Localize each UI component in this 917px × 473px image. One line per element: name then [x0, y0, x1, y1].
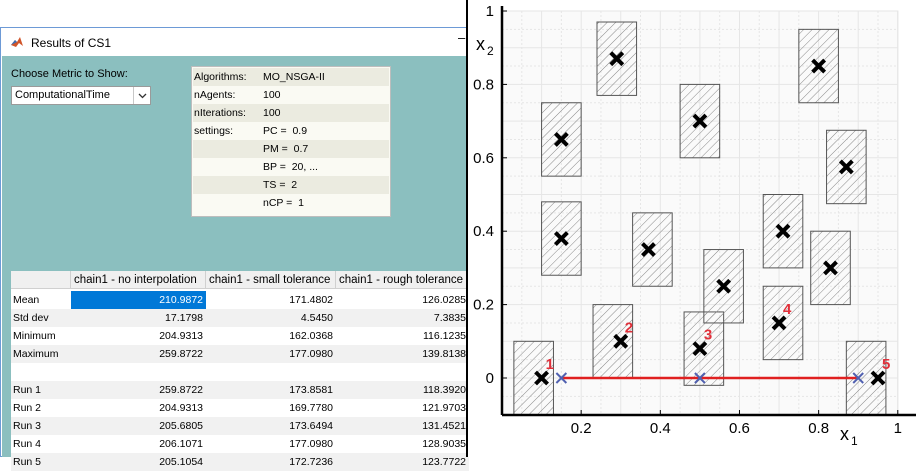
point-label: 4: [783, 301, 792, 318]
table-cell[interactable]: 259.8722: [71, 345, 206, 363]
y-tick-label: 0.4: [473, 223, 494, 240]
y-tick-label: 0.2: [473, 297, 494, 314]
table-cell[interactable]: 172.7236: [206, 453, 336, 471]
y-tick-label: 1: [486, 3, 494, 20]
row-header: Minimum: [13, 330, 56, 342]
table-cell[interactable]: 7.3835: [336, 309, 469, 327]
info-row: nAgents: 100: [193, 86, 389, 104]
info-row: settings: PC = 0.9: [193, 122, 389, 140]
window-title: Results of CS1: [31, 36, 112, 50]
table-cell[interactable]: 118.3920: [336, 381, 469, 399]
y-axis-label-sub: 2: [487, 44, 494, 58]
table-cell[interactable]: 116.1235: [336, 327, 469, 345]
info-key: nIterations:: [194, 107, 246, 119]
metric-selected-value: ComputationalTime: [15, 89, 110, 101]
row-header: Run 5: [13, 456, 42, 468]
plot-canvas: 12 3450.2 0.4 0.6 0.8 100.20.40.60.81x 1x 2: [473, 3, 916, 448]
point-label: 3: [704, 327, 712, 344]
row-header: Std dev: [13, 312, 49, 324]
row-header: Maximum: [13, 348, 59, 360]
table-cell[interactable]: 162.0368: [206, 327, 336, 345]
table-corner: [11, 271, 71, 289]
results-table[interactable]: chain1 - no interpolation chain1 - small …: [11, 271, 469, 473]
table-cell[interactable]: 123.7722: [336, 453, 469, 471]
info-key: Algorithms:: [194, 71, 247, 83]
info-value: PC = 0.9: [263, 125, 308, 137]
table-cell[interactable]: 204.9313: [71, 399, 206, 417]
y-axis-label: x: [476, 34, 485, 54]
column-header[interactable]: chain1 - no interpolation: [71, 271, 206, 289]
row-header: [11, 363, 71, 381]
row-header: Mean: [13, 294, 40, 306]
settings-info-panel: Algorithms: MO_NSGA-II nAgents: 100 nIterati…: [191, 66, 391, 217]
row-header: Run 3: [13, 420, 42, 432]
table-cell[interactable]: 17.1798: [71, 309, 206, 327]
table-cell[interactable]: 206.1071: [71, 435, 206, 453]
table-cell[interactable]: 131.4521: [336, 417, 469, 435]
table-cell[interactable]: [71, 363, 206, 381]
table-cell[interactable]: 205.6805: [71, 417, 206, 435]
point-label: 5: [882, 356, 890, 373]
table-cell[interactable]: 259.8722: [71, 381, 206, 399]
column-header[interactable]: chain1 - small tolerance: [206, 271, 336, 289]
row-header: Run 2: [13, 402, 42, 414]
table-cell[interactable]: 171.4802: [206, 291, 336, 309]
info-value: 100: [263, 89, 281, 101]
x-tick-label: 1: [894, 420, 902, 437]
table-cell[interactable]: 4.5450: [206, 309, 336, 327]
table-cell[interactable]: 139.8138: [336, 345, 469, 363]
row-header: Run 4: [13, 438, 42, 450]
path-plot: 1 2 3 4 5 0.2 0.4 0.6 0.8 1 0 0.2 0.4 0.6 0.8 1 x 1 x 2: [466, 0, 917, 457]
info-value: nCP = 1: [263, 197, 304, 209]
x-axis-label-sub: 1: [851, 434, 858, 448]
info-value: TS = 2: [263, 179, 298, 191]
row-header: Run 1: [13, 384, 42, 396]
info-row: TS = 2: [193, 176, 389, 194]
y-tick-label: 0.6: [473, 150, 494, 167]
point-label: 2: [625, 319, 633, 336]
table-cell[interactable]: 177.0980: [206, 435, 336, 453]
info-key: nAgents:: [194, 89, 236, 101]
chevron-down-icon[interactable]: [133, 87, 150, 104]
info-row: PM = 0.7: [193, 140, 389, 158]
table-cell[interactable]: 173.8581: [206, 381, 336, 399]
table-cell[interactable]: [336, 363, 469, 381]
info-value: 100: [263, 107, 281, 119]
info-row: nIterations: 100: [193, 104, 389, 122]
table-cell[interactable]: 177.0980: [206, 345, 336, 363]
point-label: 1: [546, 356, 554, 373]
table-cell[interactable]: 121.9703: [336, 399, 469, 417]
x-tick-label: 0.8: [808, 420, 829, 437]
matlab-icon: [11, 37, 23, 47]
info-value: PM = 0.7: [263, 143, 309, 155]
obstacle-rect: [513, 340, 554, 416]
table-cell[interactable]: 126.0285: [336, 291, 469, 309]
x-tick-label: 0.4: [650, 420, 671, 437]
obstacle-rect: [632, 212, 673, 287]
y-tick-label: 0.8: [473, 76, 494, 93]
table-cell[interactable]: 128.9035: [336, 435, 469, 453]
x-tick-label: 0.6: [729, 420, 750, 437]
info-row: BP = 20, ...: [193, 158, 389, 176]
table-cell[interactable]: [206, 363, 336, 381]
info-key: settings:: [194, 125, 234, 137]
y-tick-label: 0: [486, 370, 494, 387]
table-cell[interactable]: 210.9872: [71, 291, 206, 309]
table-cell[interactable]: 204.9313: [71, 327, 206, 345]
info-value: MO_NSGA-II: [263, 71, 325, 83]
info-value: BP = 20, ...: [263, 161, 318, 173]
table-cell[interactable]: 205.1054: [71, 453, 206, 471]
info-row: nCP = 1: [193, 194, 389, 212]
metric-label: Choose Metric to Show:: [11, 68, 128, 80]
obstacle-rect: [592, 304, 634, 379]
metric-dropdown[interactable]: ComputationalTime: [11, 86, 151, 105]
x-axis-label: x: [840, 424, 849, 444]
x-tick-label: 0.2: [571, 420, 592, 437]
column-header[interactable]: chain1 - rough tolerance: [336, 271, 469, 289]
info-row: Algorithms: MO_NSGA-II: [193, 68, 389, 86]
table-cell[interactable]: 169.7780: [206, 399, 336, 417]
table-cell[interactable]: 173.6494: [206, 417, 336, 435]
obstacle-rect: [762, 285, 804, 361]
